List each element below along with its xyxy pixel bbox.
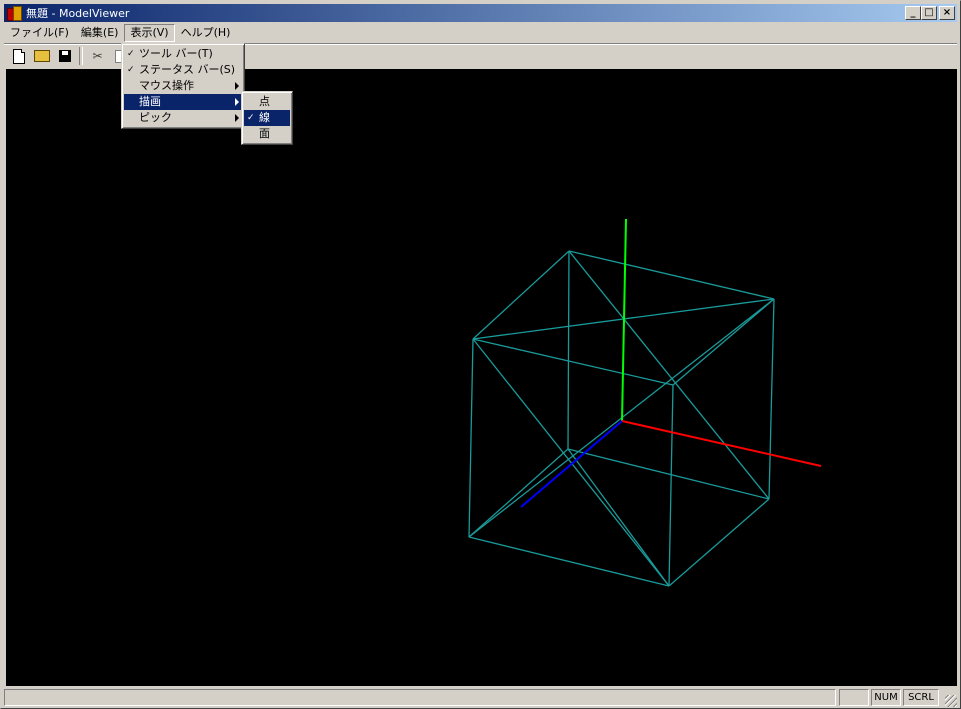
menu-help[interactable]: ヘルプ(H) (175, 24, 237, 42)
resize-grip[interactable] (945, 695, 957, 707)
wireframe-canvas (468, 218, 822, 587)
3d-viewport[interactable] (6, 69, 957, 686)
app-icon[interactable] (6, 5, 22, 21)
save-icon (58, 50, 71, 62)
close-button[interactable]: × (939, 6, 955, 20)
draw-submenu-line-label: 線 (259, 111, 270, 124)
save-button[interactable] (53, 46, 76, 66)
check-icon: ✓ (127, 49, 135, 59)
open-button[interactable] (30, 46, 53, 66)
new-button[interactable] (7, 46, 30, 66)
menu-view[interactable]: 表示(V) (124, 23, 175, 42)
maximize-button[interactable]: □ (921, 6, 937, 20)
menu-bar: ファイル(F) 編集(E) 表示(V) ヘルプ(H) (4, 23, 236, 42)
draw-submenu: 点 ✓ 線 面 (241, 91, 293, 145)
open-folder-icon (33, 50, 50, 62)
view-menu-statusbar-label: ステータス バー(S) (139, 63, 236, 76)
menu-file[interactable]: ファイル(F) (4, 24, 75, 42)
main-window: 無題 - ModelViewer _ □ × ファイル(F) 編集(E) 表示(… (0, 0, 961, 709)
window-title: 無題 - ModelViewer (26, 7, 130, 20)
title-bar[interactable]: 無題 - ModelViewer _ □ × (4, 4, 957, 22)
status-message (4, 689, 836, 706)
minimize-button[interactable]: _ (905, 6, 921, 20)
draw-submenu-point[interactable]: 点 (244, 94, 290, 110)
view-menu-toolbar[interactable]: ✓ ツール バー(T) (124, 46, 242, 62)
new-icon (12, 48, 25, 64)
submenu-arrow-icon (235, 82, 239, 90)
draw-submenu-face[interactable]: 面 (244, 126, 290, 142)
view-menu-mouse-label: マウス操作 (139, 79, 194, 92)
draw-submenu-line[interactable]: ✓ 線 (244, 110, 290, 126)
cut-icon: ✂ (92, 49, 103, 63)
submenu-arrow-icon (235, 98, 239, 106)
view-menu-statusbar[interactable]: ✓ ステータス バー(S) (124, 62, 242, 78)
cut-button[interactable]: ✂ (86, 46, 109, 66)
draw-submenu-point-label: 点 (259, 95, 270, 108)
axis-x (621, 420, 822, 467)
view-menu: ✓ ツール バー(T) ✓ ステータス バー(S) マウス操作 描画 ピック (121, 43, 245, 129)
view-menu-toolbar-label: ツール バー(T) (139, 47, 213, 60)
draw-submenu-face-label: 面 (259, 127, 270, 140)
toolbar-separator (79, 47, 83, 65)
check-icon: ✓ (127, 65, 135, 75)
submenu-arrow-icon (235, 114, 239, 122)
view-menu-draw-label: 描画 (139, 95, 161, 108)
view-menu-pick-label: ピック (139, 111, 172, 124)
status-bar: NUM SCRL (4, 689, 957, 707)
status-num: NUM (871, 689, 901, 706)
toolbar: ✂ (7, 46, 132, 66)
status-scrl: SCRL (903, 689, 939, 706)
check-icon: ✓ (247, 113, 255, 123)
menu-edit[interactable]: 編集(E) (75, 24, 125, 42)
view-menu-draw[interactable]: 描画 (124, 94, 242, 110)
axis-z (520, 420, 623, 508)
status-indicator-blank (839, 689, 869, 706)
view-menu-mouse[interactable]: マウス操作 (124, 78, 242, 94)
view-menu-pick[interactable]: ピック (124, 110, 242, 126)
